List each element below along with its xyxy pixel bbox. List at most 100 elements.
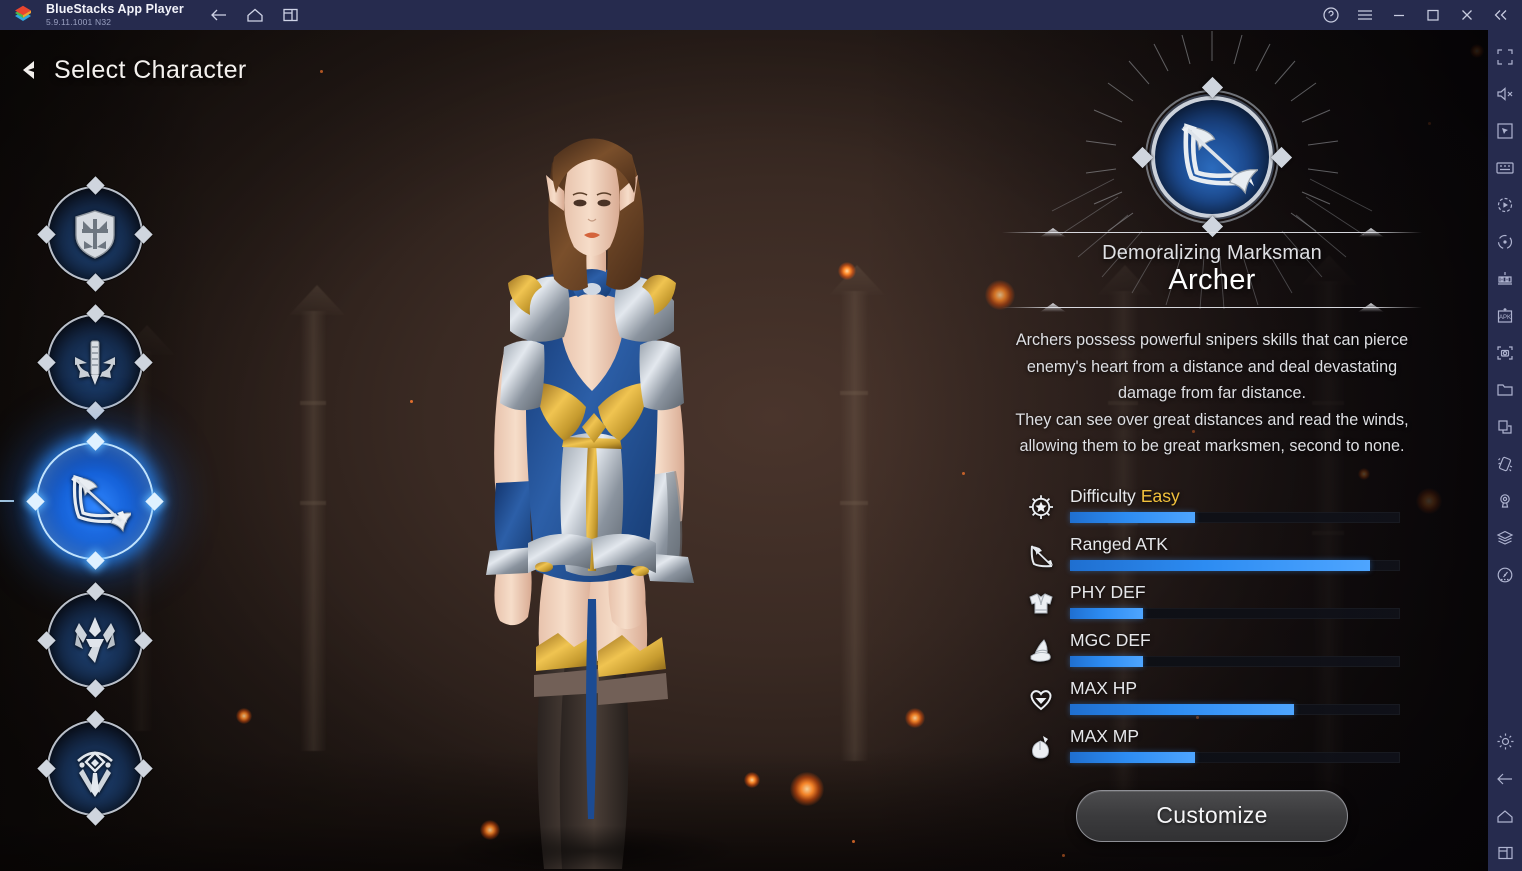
settings-gear-icon[interactable] [1488, 723, 1522, 760]
character-model[interactable] [392, 51, 792, 871]
bluestacks-toolbar: APK [1488, 30, 1522, 871]
titlebar-nav-group [206, 3, 304, 27]
back-chevron-icon [23, 61, 34, 79]
cursor-pointer-icon[interactable] [1488, 112, 1522, 149]
stat-label: Difficulty Easy [1070, 485, 1180, 506]
character-shadow [442, 825, 742, 871]
bow-icon [1024, 538, 1058, 572]
maximize-icon[interactable] [1416, 0, 1450, 30]
crown-spike-icon [66, 611, 124, 669]
ember-spark [320, 70, 323, 73]
bluestacks-title-block: BlueStacks App Player 5.9.11.1001 N32 [46, 3, 184, 26]
class-emblem [1051, 31, 1373, 310]
stat-label: MAX MP [1070, 725, 1140, 746]
bow-arrow-icon [1166, 111, 1260, 203]
home-icon[interactable] [242, 3, 268, 27]
class-badge [37, 582, 153, 698]
greatsword-icon [66, 333, 124, 391]
class-option-archer[interactable] [0, 426, 170, 576]
stat-fill [1070, 751, 1196, 763]
ember-particle [236, 708, 252, 724]
collapse-sidebar-icon[interactable] [1484, 0, 1518, 30]
fullscreen-icon[interactable] [1488, 38, 1522, 75]
stat-label: MGC DEF [1070, 629, 1151, 650]
rotate-icon[interactable] [1488, 223, 1522, 260]
class-option-knight[interactable] [36, 298, 154, 426]
multi-instance-icon[interactable] [278, 3, 304, 27]
home-icon[interactable] [1488, 797, 1522, 834]
heart-icon [1024, 682, 1058, 716]
stat-track [1070, 607, 1400, 619]
back-arrow-icon[interactable] [1488, 760, 1522, 797]
page-header: Select Character [16, 55, 247, 85]
class-info-panel: Demoralizing Marksman Archer Archers pos… [998, 31, 1426, 842]
potion-flask-icon [1024, 730, 1058, 764]
stat-phy-def: PHY DEF [1024, 582, 1400, 630]
class-badge [37, 304, 153, 420]
background-pillar [840, 291, 868, 761]
screenshot-icon[interactable] [1488, 334, 1522, 371]
minimize-icon[interactable] [1382, 0, 1416, 30]
svg-text:APK: APK [1499, 315, 1511, 321]
recents-icon[interactable] [1488, 834, 1522, 871]
ember-particle [1470, 44, 1484, 58]
class-option-assassin[interactable] [36, 704, 154, 832]
stat-label: MAX HP [1070, 677, 1138, 698]
page-title: Select Character [54, 55, 247, 84]
class-select-rail [0, 170, 170, 832]
help-icon[interactable] [1314, 0, 1348, 30]
copy-paste-icon[interactable] [1488, 408, 1522, 445]
mute-icon[interactable] [1488, 75, 1522, 112]
stat-track [1070, 511, 1400, 523]
stat-track [1070, 751, 1400, 763]
class-option-warrior[interactable] [36, 170, 154, 298]
ember-spark [1062, 854, 1065, 857]
class-badge [26, 432, 164, 570]
bluestacks-logo-icon [12, 4, 34, 26]
game-viewport[interactable]: Select Character Demoralizing Marksman A… [0, 30, 1488, 871]
stat-fill [1070, 655, 1143, 667]
install-apk-icon[interactable]: APK [1488, 297, 1522, 334]
macro-recorder-icon[interactable] [1488, 186, 1522, 223]
stat-fill [1070, 511, 1196, 523]
close-icon[interactable] [1450, 0, 1484, 30]
stat-label: PHY DEF [1070, 581, 1146, 602]
bow-arrow-icon [59, 465, 131, 537]
selection-connector [0, 500, 14, 502]
ember-spark [962, 472, 965, 475]
class-option-mage[interactable] [36, 576, 154, 704]
class-name: Archer [1168, 264, 1256, 296]
background-pillar [300, 311, 326, 751]
bluestacks-titlebar: BlueStacks App Player 5.9.11.1001 N32 [0, 0, 1522, 30]
class-badge [37, 176, 153, 292]
character-artwork [486, 138, 694, 869]
divider-top [1002, 228, 1422, 238]
stat-label: Ranged ATK [1070, 533, 1168, 554]
stat-max-mp: MAX MP [1024, 726, 1400, 774]
ember-particle [905, 708, 925, 728]
disk-cleanup-icon[interactable] [1488, 556, 1522, 593]
divider-bottom [1002, 303, 1422, 313]
app-name: BlueStacks App Player [46, 2, 184, 17]
stat-max-hp: MAX HP [1024, 678, 1400, 726]
stat-value: Easy [1140, 485, 1180, 506]
layers-icon[interactable] [1488, 519, 1522, 556]
stat-fill [1070, 559, 1371, 571]
keyboard-controls-icon[interactable] [1488, 149, 1522, 186]
stat-mgc-def: MGC DEF [1024, 630, 1400, 678]
stat-fill [1070, 703, 1295, 715]
location-icon[interactable] [1488, 482, 1522, 519]
back-arrow-icon[interactable] [206, 3, 232, 27]
ember-particle [790, 772, 824, 806]
customize-button[interactable]: Customize [1076, 789, 1348, 842]
shake-icon[interactable] [1488, 445, 1522, 482]
stat-fill [1070, 607, 1143, 619]
class-badge [37, 710, 153, 826]
back-button[interactable] [16, 55, 42, 85]
class-description: Archers possess powerful snipers skills … [1015, 331, 1409, 456]
stat-track [1070, 559, 1400, 571]
media-manager-icon[interactable] [1488, 371, 1522, 408]
multi-instance-manager-icon[interactable] [1488, 260, 1522, 297]
shield-sword-icon [66, 205, 124, 263]
menu-icon[interactable] [1348, 0, 1382, 30]
